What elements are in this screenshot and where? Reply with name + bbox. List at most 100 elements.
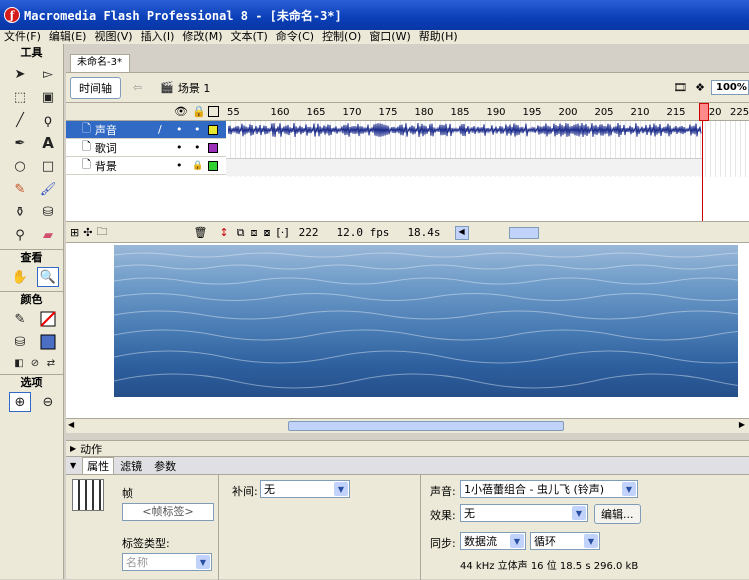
ink-bottle-tool-icon[interactable]: ⚱ — [9, 202, 31, 222]
menu-file[interactable]: 文件(F) — [0, 30, 45, 44]
ruler-tick: 225 — [730, 106, 749, 118]
black-white-icon[interactable]: ◧ — [12, 356, 26, 370]
playhead[interactable] — [699, 103, 709, 121]
collapse-arrow-icon[interactable]: ▼ — [70, 461, 76, 470]
hand-tool-icon[interactable]: ✋ — [9, 267, 31, 287]
menu-text[interactable]: 文本(T) — [226, 30, 271, 44]
dropdown-icon: ▼ — [572, 506, 586, 520]
oval-tool-icon[interactable]: ○ — [9, 156, 31, 176]
frame-grid[interactable] — [226, 121, 749, 221]
timeline-toggle-button[interactable]: 时间轴 — [70, 76, 121, 99]
timeline-scroll-thumb[interactable] — [508, 226, 539, 239]
edit-symbols-icon[interactable]: ❖ — [695, 81, 705, 94]
layer-color-swatch[interactable] — [208, 125, 218, 135]
menu-edit[interactable]: 编辑(E) — [45, 30, 91, 44]
menu-window[interactable]: 窗口(W) — [365, 30, 414, 44]
edit-bar: 时间轴 ⇦ 🎬 场景 1 🎞 ❖ 100% — [66, 72, 749, 102]
scene-icon: 🎬 — [160, 81, 174, 94]
stroke-color-swatch[interactable] — [37, 309, 59, 329]
stage-scroll-thumb[interactable] — [288, 421, 564, 431]
effect-select[interactable]: 无 ▼ — [460, 504, 588, 522]
onion-skin-icon[interactable]: ⧉ — [237, 226, 245, 240]
scroll-left-icon[interactable]: ◀ — [68, 420, 74, 429]
visible-dot: • — [176, 141, 183, 154]
outline-icon[interactable] — [208, 106, 219, 117]
layer-row-sound[interactable]: 🗋 声音 / • • — [66, 121, 226, 139]
lasso-tool-icon[interactable]: ϙ — [37, 110, 59, 130]
layer-row-lyrics[interactable]: 🗋 歌词 • • — [66, 139, 226, 157]
zoom-out-icon[interactable]: ⊖ — [37, 392, 59, 412]
sync-select[interactable]: 数据流 ▼ — [460, 532, 526, 550]
stroke-color-icon[interactable]: ✎ — [9, 309, 31, 329]
rectangle-tool-icon[interactable]: □ — [37, 156, 59, 176]
text-tool-icon[interactable]: A — [37, 133, 59, 153]
menu-insert[interactable]: 插入(I) — [137, 30, 179, 44]
frame-rate[interactable]: 12.0 fps — [336, 226, 389, 239]
trash-icon[interactable]: 🗑 — [193, 226, 207, 239]
paint-bucket-tool-icon[interactable]: ⛁ — [37, 202, 59, 222]
scroll-left-button[interactable]: ◀ — [454, 225, 469, 240]
actions-panel-header[interactable]: ▶ 动作 — [66, 441, 749, 457]
edit-sound-button[interactable]: 编辑... — [594, 504, 641, 524]
sound-waveform — [228, 122, 702, 137]
eye-icon[interactable]: 👁 — [174, 105, 188, 118]
add-folder-icon[interactable]: 🗀 — [96, 223, 107, 242]
stage-horizontal-scrollbar[interactable]: ◀ ▶ — [66, 418, 749, 433]
no-color-icon[interactable]: ⊘ — [28, 356, 42, 370]
tab-filters[interactable]: 滤镜 — [114, 458, 148, 474]
fill-color-swatch[interactable] — [37, 332, 59, 352]
onion-outline-icon[interactable]: ⧈ — [250, 226, 257, 240]
back-arrow-icon[interactable]: ⇦ — [133, 81, 142, 94]
swap-colors-icon[interactable]: ⇄ — [44, 356, 58, 370]
sound-label: 声音: — [430, 485, 456, 498]
layer-name: 声音 — [94, 123, 117, 137]
free-transform-tool-icon[interactable]: ⬚ — [9, 87, 31, 107]
tab-parameters[interactable]: 参数 — [148, 458, 182, 474]
edit-scene-icon[interactable]: 🎞 — [673, 81, 687, 94]
zoom-input[interactable]: 100% — [711, 80, 749, 95]
loop-select[interactable]: 循环 ▼ — [530, 532, 600, 550]
lock-icon[interactable]: 🔒 — [192, 105, 206, 118]
menu-commands[interactable]: 命令(C) — [272, 30, 318, 44]
onion-markers-icon[interactable]: [·] — [276, 226, 288, 239]
brush-tool-icon[interactable]: 🖌 — [37, 179, 59, 199]
pencil-tool-icon[interactable]: ✎ — [9, 179, 31, 199]
layer-row-background[interactable]: 🗋 背景 • 🔒 — [66, 157, 226, 175]
layer-icon: 🗋 — [82, 140, 91, 153]
add-guide-icon[interactable]: ✣ — [83, 226, 92, 239]
frame-name-input[interactable]: <帧标签> — [122, 503, 214, 521]
menu-view[interactable]: 视图(V) — [90, 30, 136, 44]
properties-body: 帧 <帧标签> 标签类型: 名称 ▼ 补间: 无 ▼ 声音: 1小蓓蕾组合 - 虫儿… — [66, 475, 749, 580]
arrow-tool-icon[interactable]: ➤ — [9, 64, 31, 84]
fill-color-icon[interactable]: ⛁ — [9, 332, 31, 352]
center-frame-icon[interactable]: ↕ — [219, 226, 228, 239]
zoom-in-icon[interactable]: ⊕ — [9, 392, 31, 412]
menu-modify[interactable]: 修改(M) — [178, 30, 226, 44]
subselect-tool-icon[interactable]: ▻ — [37, 64, 59, 84]
menu-control[interactable]: 控制(O) — [318, 30, 365, 44]
sound-select[interactable]: 1小蓓蕾组合 - 虫儿飞 (铃声) ▼ — [460, 480, 638, 498]
edit-multiple-icon[interactable]: ⧇ — [263, 226, 270, 240]
layer-color-swatch[interactable] — [208, 161, 218, 171]
document-tab[interactable]: 未命名-3* — [70, 54, 130, 72]
zoom-tool-icon[interactable]: 🔍 — [37, 267, 59, 287]
dropdown-icon: ▼ — [196, 555, 210, 569]
tween-select[interactable]: 无 ▼ — [260, 480, 350, 498]
line-tool-icon[interactable]: ╱ — [9, 110, 31, 130]
add-layer-icon[interactable]: ⊞ — [70, 226, 79, 239]
scroll-right-icon[interactable]: ▶ — [739, 420, 745, 429]
ruler-tick: 185 — [450, 106, 470, 118]
stage-area[interactable] — [66, 242, 749, 420]
tab-properties[interactable]: 属性 — [82, 456, 115, 475]
divider — [420, 475, 421, 580]
layer-color-swatch[interactable] — [208, 143, 218, 153]
sync-label: 同步: — [430, 537, 456, 550]
menu-help[interactable]: 帮助(H) — [415, 30, 462, 44]
eraser-tool-icon[interactable]: ▰ — [37, 225, 59, 245]
pen-tool-icon[interactable]: ✒ — [9, 133, 31, 153]
water-background-image — [114, 245, 738, 397]
fill-transform-tool-icon[interactable]: ▣ — [37, 87, 59, 107]
label-type-select[interactable]: 名称 ▼ — [122, 553, 212, 571]
eyedropper-tool-icon[interactable]: ⚲ — [9, 225, 31, 245]
ruler-tick: 160 — [270, 106, 290, 118]
